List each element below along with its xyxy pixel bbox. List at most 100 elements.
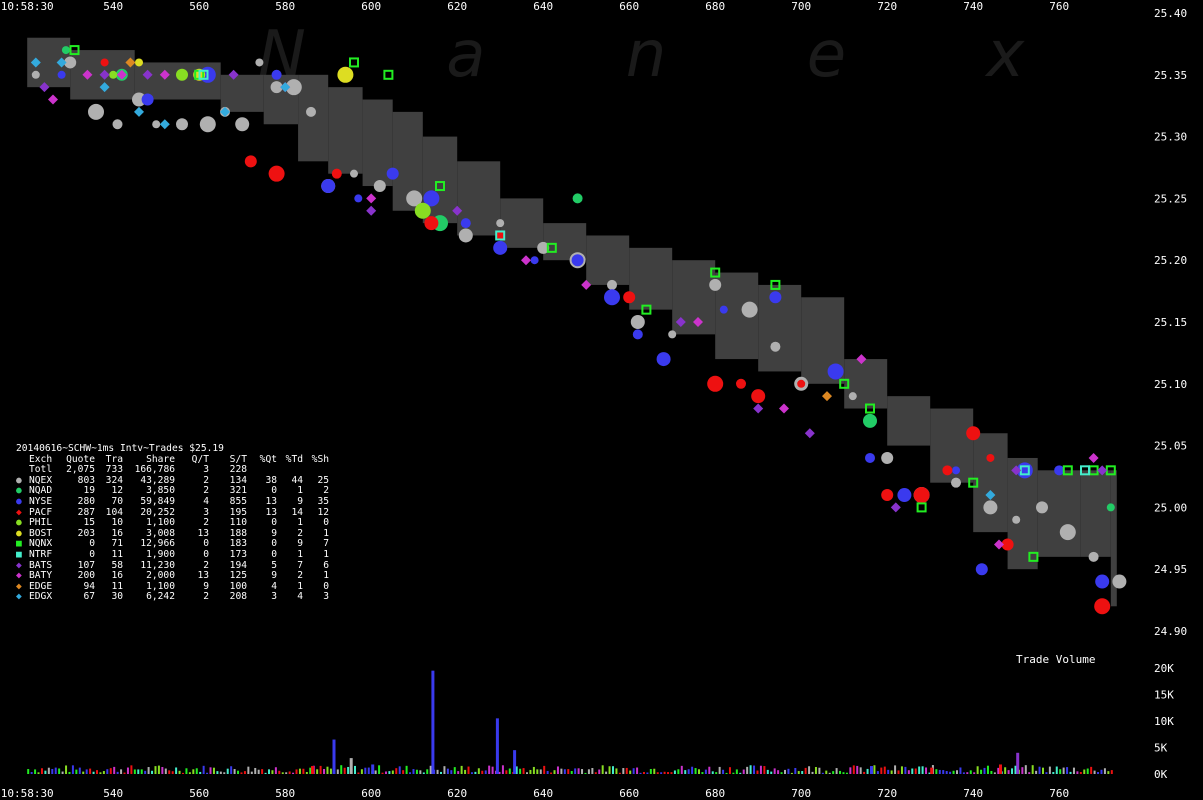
stats-cell: 11 [111, 548, 123, 560]
volume-bar [625, 767, 628, 774]
volume-bar [746, 766, 749, 774]
volume-bar [426, 769, 429, 774]
stats-row-edgx: ◆ EDGX 67 30 6,242 2 208 3 4 3 [16, 592, 329, 603]
volume-bar [1059, 769, 1062, 774]
volume-bar [257, 769, 260, 774]
trade-chart: N a n e x 10:58:30 10:58:30 540 540 560 560 58… [1, 0, 1187, 800]
trade-point-phil [176, 68, 188, 81]
trade-point-nqex [31, 70, 40, 79]
volume-bar [254, 767, 257, 774]
trade-point-nyse [321, 179, 336, 194]
x-tick-label-bottom: 720 [877, 787, 897, 800]
volume-bar [794, 767, 797, 774]
volume-bar [691, 766, 694, 774]
volume-bar [952, 770, 955, 774]
volume-bar [268, 769, 270, 774]
volume-bar [281, 772, 284, 774]
volume-bar [529, 769, 532, 774]
volume-bar [914, 768, 917, 774]
stats-cell: 13 [265, 495, 277, 507]
trade-point-nyse [354, 194, 363, 203]
volume-bar [828, 772, 831, 774]
trade-point-phil [109, 70, 118, 79]
trade-point-pacf [268, 165, 285, 182]
volume-bar [1069, 771, 1072, 774]
trade-point-phil [414, 202, 431, 219]
volume-bar [653, 768, 656, 774]
volume-bar [295, 769, 298, 774]
trade-point-edgx [134, 106, 144, 117]
volume-bar [501, 765, 504, 774]
trade-point-nqex [951, 477, 961, 488]
spread-band-segment [298, 74, 329, 162]
x-tick-label-top: 10:58:30 [1, 0, 54, 13]
volume-bar [219, 771, 222, 774]
volume-bar [777, 770, 780, 774]
volume-bar [821, 772, 824, 774]
x-tick-label-top: 660 [619, 0, 639, 13]
trade-point-nqex [1059, 524, 1076, 541]
volume-bar [574, 768, 577, 774]
volume-bar [550, 772, 553, 774]
trade-point-nqex [255, 58, 264, 67]
trade-point-nqex [152, 120, 161, 129]
trade-point-nqnx [916, 502, 927, 513]
volume-bar [986, 765, 989, 774]
volume-bar [949, 771, 952, 774]
volume-bar [1035, 770, 1038, 774]
volume-bar [560, 768, 563, 774]
stats-row-nyse: ● NYSE 280 70 59,849 4 855 13 9 35 [16, 495, 329, 508]
volume-bar [742, 769, 745, 774]
volume-bar [1110, 770, 1113, 774]
volume-bar [1103, 768, 1106, 774]
volume-bar [704, 769, 707, 774]
spread-band-segment [586, 235, 630, 285]
volume-bar [962, 772, 965, 774]
volume-bar [845, 772, 848, 774]
volume-bar [247, 766, 250, 774]
trade-point-nyse [530, 256, 539, 265]
trade-point-nqex [1036, 501, 1048, 514]
volume-bar [309, 767, 312, 774]
volume-bar [900, 766, 903, 774]
volume-bar [663, 771, 666, 774]
trade-point-nqex [848, 392, 857, 401]
volume-bar [491, 766, 494, 774]
stats-cell: 208 [229, 591, 247, 603]
volume-bar [329, 768, 332, 774]
x-tick-label-top: 720 [877, 0, 897, 13]
volume-bar [945, 771, 948, 774]
volume-bar [188, 772, 191, 774]
volume-bar [495, 718, 499, 774]
volume-bar [429, 765, 432, 774]
volume-bar [818, 767, 821, 774]
volume-bar [381, 772, 384, 774]
volume-bar [243, 771, 246, 774]
trade-point-nyse [1054, 465, 1065, 476]
volume-bar [464, 769, 467, 774]
volume-bar [178, 770, 181, 774]
volume-bar [1093, 770, 1096, 774]
volume-bar [763, 766, 766, 774]
volume-bar [1062, 767, 1065, 774]
x-tick-label-top: 580 [275, 0, 295, 13]
trade-point-nyse [719, 305, 728, 314]
volume-bar [890, 770, 893, 774]
volume-bar [667, 772, 670, 774]
stats-row-ntrf: ■ NTRF 0 11 1,900 0 173 0 1 1 [16, 548, 329, 561]
trade-point-pacf [244, 155, 257, 168]
volume-bar [391, 770, 394, 774]
volume-bar [230, 766, 233, 774]
x-tick-label-top: 680 [705, 0, 725, 13]
volume-bar [539, 769, 542, 774]
stats-marker [16, 455, 29, 466]
volume-bar [522, 768, 525, 774]
volume-bar [302, 768, 305, 774]
trade-point-nyse [769, 291, 782, 304]
volume-bar [395, 768, 398, 774]
volume-bar [959, 767, 962, 774]
volume-bar [336, 769, 339, 774]
trade-point-nqex [668, 330, 677, 339]
volume-bar [470, 772, 473, 774]
volume-bar [147, 767, 150, 774]
